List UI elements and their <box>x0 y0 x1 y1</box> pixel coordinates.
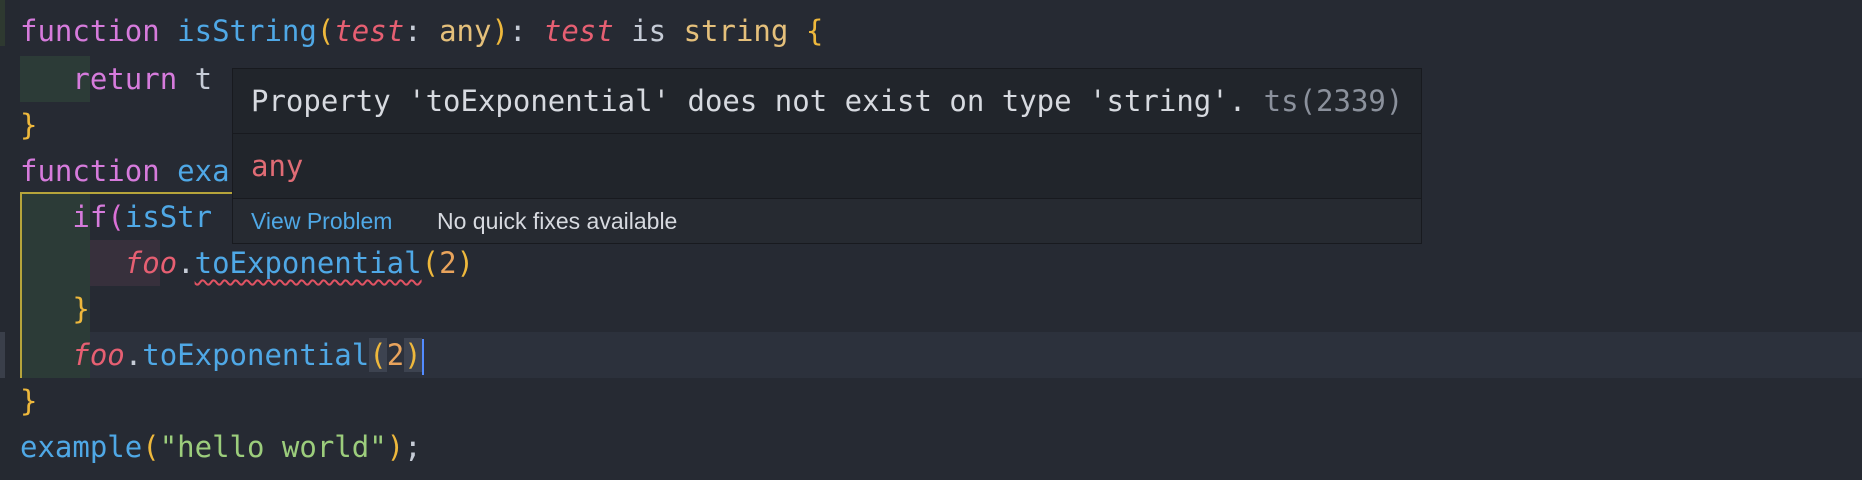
variable: foo <box>72 338 125 372</box>
semicolon: ; <box>404 430 422 464</box>
error-message-row: Property 'toExponential' does not exist … <box>251 69 1403 133</box>
no-quick-fixes-label: No quick fixes available <box>437 208 678 234</box>
code-text: t <box>194 62 213 96</box>
number: 2 <box>386 338 405 372</box>
keyword: if <box>72 200 108 234</box>
brace: } <box>72 292 90 326</box>
code-line-9[interactable]: } <box>20 378 37 424</box>
method-error[interactable]: toExponential <box>195 246 422 280</box>
colon: : <box>508 14 527 48</box>
paren: ( <box>107 200 125 234</box>
type-info: any <box>251 149 304 183</box>
method: toExponential <box>142 338 370 372</box>
variable: foo <box>124 246 178 280</box>
code-line-1[interactable]: function isString(test: any): test is st… <box>20 8 823 54</box>
hover-tooltip: Property 'toExponential' does not exist … <box>232 68 1422 244</box>
paren: ) <box>491 14 509 48</box>
type: any <box>439 14 492 48</box>
code-line-4[interactable]: function exa <box>20 148 230 194</box>
keyword: function <box>20 154 160 188</box>
brace: } <box>20 108 38 142</box>
error-message: Property 'toExponential' does not exist … <box>251 84 1247 118</box>
keyword: function <box>20 14 160 48</box>
colon: : <box>404 14 422 48</box>
gutter-current-marker <box>0 332 5 378</box>
string: "hello world" <box>159 430 387 464</box>
number: 2 <box>439 246 457 280</box>
hover-actions: View Problem No quick fixes available <box>233 199 1421 243</box>
function-name: isStr <box>124 200 213 234</box>
function-name: exa <box>177 154 230 188</box>
dot: . <box>124 338 143 372</box>
dot: . <box>177 246 195 280</box>
paren-match: ) <box>404 338 422 372</box>
function-name: isString <box>177 14 317 48</box>
editor-gutter <box>0 0 20 480</box>
code-line-8[interactable]: foo.toExponential(2) <box>20 332 424 378</box>
function-name: example <box>20 430 143 464</box>
paren: ( <box>316 14 335 48</box>
parameter: test <box>334 14 405 48</box>
brace: { <box>805 14 824 48</box>
keyword-is: is <box>631 14 667 48</box>
paren: ) <box>386 430 405 464</box>
divider <box>233 133 1421 134</box>
type: string <box>683 14 789 48</box>
paren: ( <box>421 246 440 280</box>
code-line-3[interactable]: } <box>20 102 37 148</box>
gutter-change-marker <box>0 0 5 46</box>
parameter: test <box>543 14 614 48</box>
keyword: return <box>72 62 178 96</box>
code-line-6[interactable]: foo.toExponential(2) <box>20 240 474 286</box>
paren: ) <box>456 246 475 280</box>
code-line-10[interactable]: example("hello world"); <box>20 424 422 470</box>
code-line-7[interactable]: } <box>20 286 90 332</box>
brace: } <box>20 384 38 418</box>
text-cursor <box>421 339 424 375</box>
paren-match: ( <box>369 338 387 372</box>
code-line-5[interactable]: if(isStr <box>20 194 212 240</box>
paren: ( <box>142 430 160 464</box>
view-problem-link[interactable]: View Problem <box>251 199 392 243</box>
error-code: ts(2339) <box>1263 84 1404 118</box>
code-line-2[interactable]: return t <box>20 56 212 102</box>
